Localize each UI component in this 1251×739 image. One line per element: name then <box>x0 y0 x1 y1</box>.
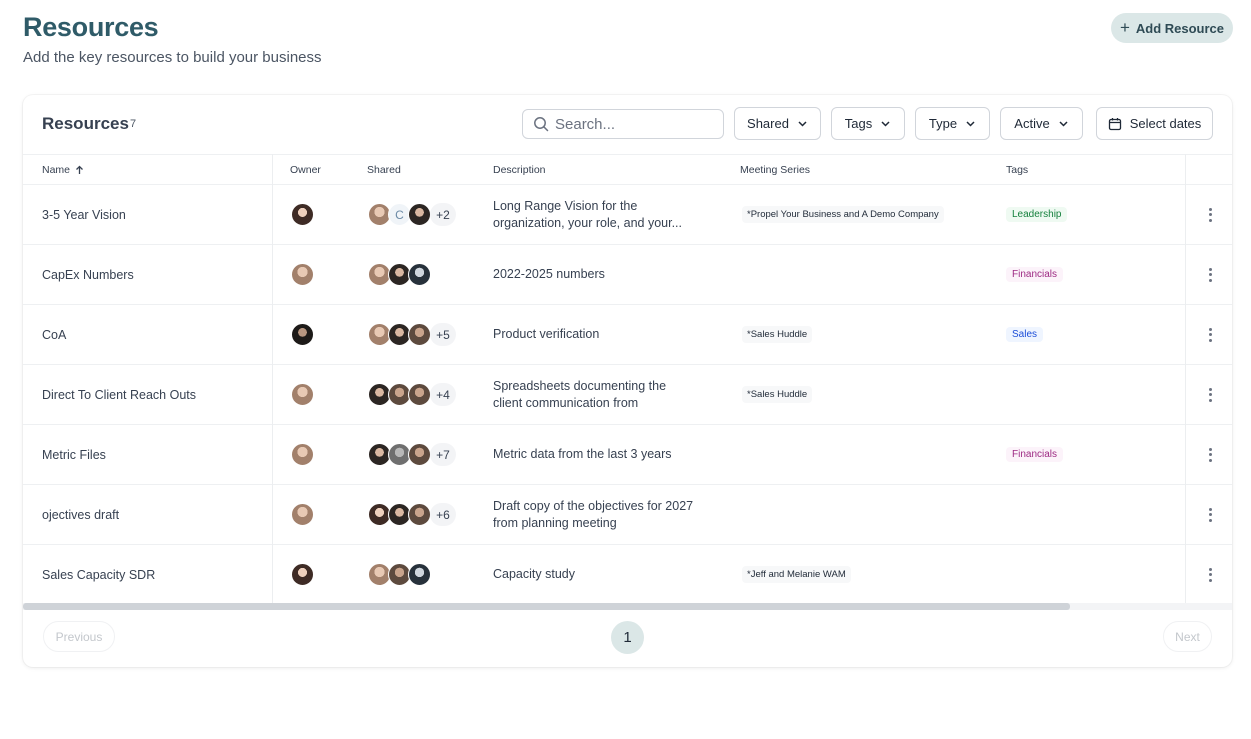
table-row[interactable]: 3-5 Year Vision C +2 Long Range Vision f… <box>23 185 1232 245</box>
resource-name[interactable]: Metric Files <box>42 425 106 484</box>
resource-description: Product verification <box>493 327 600 341</box>
shared-avatar <box>408 203 431 226</box>
row-menu-icon[interactable] <box>1205 365 1215 424</box>
page-title: Resources <box>23 12 159 42</box>
page-number-button[interactable]: 1 <box>611 621 644 654</box>
type-filter-label: Type <box>928 116 958 131</box>
resources-card: Resources 7 Shared Tags Type Active Sele… <box>23 95 1232 667</box>
resource-name[interactable]: Direct To Client Reach Outs <box>42 365 196 424</box>
resource-name[interactable]: CoA <box>42 305 66 364</box>
row-menu-icon[interactable] <box>1205 545 1215 604</box>
resource-description: Capacity study <box>493 567 575 581</box>
shared-more-count[interactable]: +7 <box>430 443 456 466</box>
resource-name[interactable]: CapEx Numbers <box>42 245 134 304</box>
shared-more-count[interactable]: +4 <box>430 383 456 406</box>
calendar-icon <box>1108 117 1121 130</box>
card-title: Resources <box>42 114 129 133</box>
previous-page-button[interactable]: Previous <box>43 621 115 652</box>
owner-avatar <box>291 383 314 406</box>
table-row[interactable]: Direct To Client Reach Outs +4 Spreadshe… <box>23 365 1232 425</box>
column-name-label: Name <box>42 164 71 176</box>
add-resource-label: Add Resource <box>1135 20 1225 36</box>
column-header-meeting-series[interactable]: Meeting Series <box>740 164 810 176</box>
shared-more-count[interactable]: +2 <box>430 203 456 226</box>
search-input[interactable] <box>555 115 715 133</box>
search-box[interactable] <box>522 109 724 139</box>
column-header-description[interactable]: Description <box>493 164 546 176</box>
shared-more-count[interactable]: +5 <box>430 323 456 346</box>
chevron-down-icon <box>881 121 890 127</box>
tag-badge: Financials <box>1006 267 1064 282</box>
owner-avatar <box>291 443 314 466</box>
type-filter-button[interactable]: Type <box>915 107 990 140</box>
tags-filter-button[interactable]: Tags <box>831 107 905 140</box>
table-row[interactable]: CapEx Numbers 2022-2025 numbers Financia… <box>23 245 1232 305</box>
shared-filter-label: Shared <box>747 116 789 131</box>
resource-description: 2022-2025 numbers <box>493 267 605 281</box>
row-menu-icon[interactable] <box>1205 185 1215 244</box>
next-page-button[interactable]: Next <box>1163 621 1212 652</box>
row-menu-icon[interactable] <box>1205 425 1215 484</box>
meeting-series-badge: *Propel Your Business and A Demo Company <box>742 206 944 223</box>
row-menu-icon[interactable] <box>1205 305 1215 364</box>
table-row[interactable]: CoA +5 Product verification *Sales Huddl… <box>23 305 1232 365</box>
table-row[interactable]: Sales Capacity SDR Capacity study *Jeff … <box>23 545 1232 605</box>
table-row[interactable]: Metric Files +7 Metric data from the las… <box>23 425 1232 485</box>
owner-avatar <box>291 323 314 346</box>
column-header-shared[interactable]: Shared <box>367 164 401 176</box>
table-header: Name Owner Shared Description Meeting Se… <box>23 154 1232 185</box>
shared-more-count[interactable]: +6 <box>430 503 456 526</box>
status-filter-button[interactable]: Active <box>1000 107 1083 140</box>
meeting-series-badge: *Jeff and Melanie WAM <box>742 566 851 583</box>
resource-name[interactable]: ojectives draft <box>42 485 119 544</box>
row-menu-icon[interactable] <box>1205 485 1215 544</box>
tag-badge: Financials <box>1006 447 1064 462</box>
horizontal-scrollbar-thumb[interactable] <box>23 603 1070 610</box>
owner-avatar <box>291 263 314 286</box>
select-dates-button[interactable]: Select dates <box>1096 107 1213 140</box>
column-header-tags[interactable]: Tags <box>1006 164 1028 176</box>
tag-badge: Sales <box>1006 327 1044 342</box>
shared-avatar <box>408 263 431 286</box>
chevron-down-icon <box>1059 121 1068 127</box>
add-resource-button[interactable]: + Add Resource <box>1111 13 1233 43</box>
chevron-down-icon <box>798 121 807 127</box>
search-icon <box>534 117 549 132</box>
resource-description: Long Range Vision for the organization, … <box>493 198 683 230</box>
owner-avatar <box>291 203 314 226</box>
shared-avatar <box>408 383 431 406</box>
owner-avatar <box>291 563 314 586</box>
shared-avatar <box>408 323 431 346</box>
status-filter-label: Active <box>1014 116 1050 131</box>
plus-icon: + <box>1119 18 1130 37</box>
meeting-series-badge: *Sales Huddle <box>742 326 813 343</box>
owner-avatar <box>291 503 314 526</box>
column-header-owner[interactable]: Owner <box>290 164 321 176</box>
meeting-series-badge: *Sales Huddle <box>742 386 813 403</box>
resource-description: Spreadsheets documenting the client comm… <box>493 378 667 410</box>
resource-name[interactable]: Sales Capacity SDR <box>42 545 155 604</box>
shared-avatar <box>408 503 431 526</box>
select-dates-label: Select dates <box>1129 116 1202 131</box>
row-menu-icon[interactable] <box>1205 245 1215 304</box>
count-badge: 7 <box>130 118 137 130</box>
shared-avatar <box>408 563 431 586</box>
table-row[interactable]: ojectives draft +6 Draft copy of the obj… <box>23 485 1232 545</box>
tags-filter-label: Tags <box>844 116 873 131</box>
resource-description: Draft copy of the objectives for 2027 fr… <box>493 498 694 530</box>
column-divider <box>1185 154 1186 606</box>
sort-ascending-icon <box>76 165 83 174</box>
shared-avatar <box>408 443 431 466</box>
page-subtitle: Add the key resources to build your busi… <box>23 49 322 66</box>
resource-description: Metric data from the last 3 years <box>493 447 672 461</box>
resource-name[interactable]: 3-5 Year Vision <box>42 185 126 244</box>
chevron-down-icon <box>966 121 975 127</box>
column-divider <box>272 154 273 606</box>
column-header-name[interactable]: Name <box>42 164 84 176</box>
shared-filter-button[interactable]: Shared <box>734 107 821 140</box>
tag-badge: Leadership <box>1006 207 1068 222</box>
